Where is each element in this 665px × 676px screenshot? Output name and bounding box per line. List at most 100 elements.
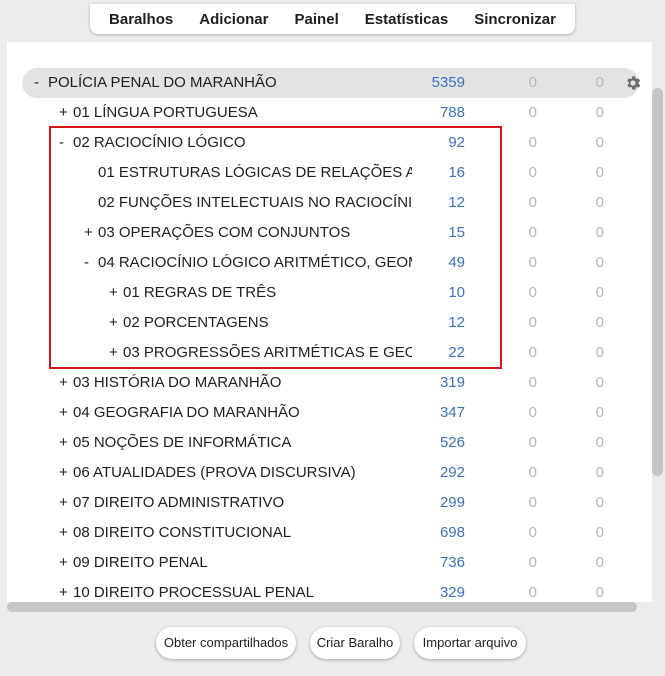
collapse-toggle[interactable]: - — [84, 248, 98, 278]
learn-count: 0 — [528, 404, 537, 421]
review-count: 0 — [595, 224, 604, 241]
expand-toggle[interactable]: + — [109, 308, 123, 338]
deck-name[interactable]: 01 ESTRUTURAS LÓGICAS DE RELAÇÕES ARBITR… — [84, 158, 412, 188]
learn-count: 0 — [528, 434, 537, 451]
review-count: 0 — [595, 284, 604, 301]
create-deck-button[interactable]: Criar Baralho — [310, 627, 400, 659]
learn-count: 0 — [528, 194, 537, 211]
deck-name[interactable]: +01 LÍNGUA PORTUGUESA — [59, 98, 394, 128]
dashboard-button[interactable]: Painel — [287, 11, 347, 28]
expand-toggle[interactable]: + — [59, 488, 73, 518]
deck-name[interactable]: +07 DIREITO ADMINISTRATIVO — [59, 488, 394, 518]
learn-count: 0 — [528, 74, 537, 91]
deck-row[interactable]: +09 DIREITO PENAL 736 0 0 — [22, 548, 639, 578]
expand-toggle[interactable]: + — [59, 548, 73, 578]
review-count: 0 — [595, 464, 604, 481]
learn-count: 0 — [528, 284, 537, 301]
new-count: 15 — [448, 224, 465, 241]
learn-count: 0 — [528, 374, 537, 391]
review-count: 0 — [595, 434, 604, 451]
deck-name[interactable]: +03 PROGRESSÕES ARITMÉTICAS E GEOMÉTRICA… — [109, 338, 412, 368]
expand-toggle[interactable]: + — [59, 98, 73, 128]
learn-count: 0 — [528, 164, 537, 181]
new-count: 319 — [439, 374, 465, 391]
deck-row[interactable]: +06 ATUALIDADES (PROVA DISCURSIVA) 292 0… — [22, 458, 639, 488]
deck-row[interactable]: -02 RACIOCÍNIO LÓGICO 92 0 0 — [22, 128, 639, 158]
expand-toggle[interactable]: + — [59, 458, 73, 488]
deck-name[interactable]: +02 PORCENTAGENS — [109, 308, 412, 338]
deck-name[interactable]: +08 DIREITO CONSTITUCIONAL — [59, 518, 394, 548]
deck-name[interactable]: +04 GEOGRAFIA DO MARANHÃO — [59, 398, 394, 428]
learn-count: 0 — [528, 554, 537, 571]
deck-row[interactable]: +08 DIREITO CONSTITUCIONAL 698 0 0 — [22, 518, 639, 548]
review-count: 0 — [595, 194, 604, 211]
deck-row[interactable]: +03 PROGRESSÕES ARITMÉTICAS E GEOMÉTRICA… — [22, 338, 639, 368]
collapse-toggle[interactable]: - — [34, 68, 48, 98]
deck-name[interactable]: - POLÍCIA PENAL DO MARANHÃO — [34, 68, 394, 98]
deck-row[interactable]: 02 FUNÇÕES INTELECTUAIS NO RACIOCÍNIO LÓ… — [22, 188, 639, 218]
top-toolbar: Baralhos Adicionar Painel Estatísticas S… — [90, 4, 575, 34]
horizontal-scrollbar[interactable] — [7, 602, 637, 612]
decks-button[interactable]: Baralhos — [101, 11, 181, 28]
review-count: 0 — [595, 374, 604, 391]
expand-toggle[interactable]: + — [59, 398, 73, 428]
review-count: 0 — [595, 164, 604, 181]
learn-count: 0 — [528, 254, 537, 271]
new-count: 299 — [439, 494, 465, 511]
deck-name[interactable]: +06 ATUALIDADES (PROVA DISCURSIVA) — [59, 458, 394, 488]
deck-name[interactable]: +01 REGRAS DE TRÊS — [109, 278, 412, 308]
deck-name[interactable]: +03 HISTÓRIA DO MARANHÃO — [59, 368, 394, 398]
statistics-button[interactable]: Estatísticas — [357, 11, 456, 28]
gear-icon[interactable] — [624, 74, 642, 92]
deck-row[interactable]: +04 GEOGRAFIA DO MARANHÃO 347 0 0 — [22, 398, 639, 428]
learn-count: 0 — [528, 524, 537, 541]
expand-toggle[interactable]: + — [59, 578, 73, 602]
new-count: 526 — [439, 434, 465, 451]
expand-toggle[interactable]: + — [59, 368, 73, 398]
new-count: 16 — [448, 164, 465, 181]
learn-count: 0 — [528, 314, 537, 331]
expand-toggle[interactable]: + — [109, 278, 123, 308]
add-button[interactable]: Adicionar — [191, 11, 276, 28]
deck-row[interactable]: 01 ESTRUTURAS LÓGICAS DE RELAÇÕES ARBITR… — [22, 158, 639, 188]
deck-row[interactable]: - POLÍCIA PENAL DO MARANHÃO 5359 0 0 — [22, 68, 642, 98]
deck-row[interactable]: +10 DIREITO PROCESSUAL PENAL 329 0 0 — [22, 578, 639, 602]
collapse-toggle[interactable]: - — [59, 128, 73, 158]
new-count: 329 — [439, 584, 465, 601]
expand-toggle[interactable]: + — [59, 428, 73, 458]
new-count: 736 — [439, 554, 465, 571]
expand-toggle[interactable]: + — [84, 218, 98, 248]
new-count: 788 — [439, 104, 465, 121]
deck-row[interactable]: -04 RACIOCÍNIO LÓGICO ARITMÉTICO, GEOMÉT… — [22, 248, 639, 278]
learn-count: 0 — [528, 224, 537, 241]
deck-name[interactable]: 02 FUNÇÕES INTELECTUAIS NO RACIOCÍNIO LÓ… — [84, 188, 412, 218]
deck-name[interactable]: +03 OPERAÇÕES COM CONJUNTOS — [84, 218, 412, 248]
new-count: 292 — [439, 464, 465, 481]
review-count: 0 — [595, 584, 604, 601]
new-count: 12 — [448, 194, 465, 211]
deck-row[interactable]: +05 NOÇÕES DE INFORMÁTICA 526 0 0 — [22, 428, 639, 458]
import-file-button[interactable]: Importar arquivo — [414, 627, 526, 659]
deck-name[interactable]: +05 NOÇÕES DE INFORMÁTICA — [59, 428, 394, 458]
expand-toggle[interactable]: + — [59, 518, 73, 548]
deck-name[interactable]: +09 DIREITO PENAL — [59, 548, 394, 578]
review-count: 0 — [595, 134, 604, 151]
deck-name[interactable]: +10 DIREITO PROCESSUAL PENAL — [59, 578, 394, 602]
new-count: 698 — [439, 524, 465, 541]
deck-row[interactable]: +01 LÍNGUA PORTUGUESA 788 0 0 — [22, 98, 639, 128]
learn-count: 0 — [528, 344, 537, 361]
deck-name[interactable]: -02 RACIOCÍNIO LÓGICO — [59, 128, 394, 158]
deck-name[interactable]: -04 RACIOCÍNIO LÓGICO ARITMÉTICO, GEOMÉT… — [84, 248, 412, 278]
expand-toggle[interactable]: + — [109, 338, 123, 368]
deck-row[interactable]: +01 REGRAS DE TRÊS 10 0 0 — [22, 278, 639, 308]
deck-row[interactable]: +07 DIREITO ADMINISTRATIVO 299 0 0 — [22, 488, 639, 518]
get-shared-button[interactable]: Obter compartilhados — [156, 627, 296, 659]
deck-row[interactable]: +03 HISTÓRIA DO MARANHÃO 319 0 0 — [22, 368, 639, 398]
review-count: 0 — [595, 254, 604, 271]
deck-row[interactable]: +03 OPERAÇÕES COM CONJUNTOS 15 0 0 — [22, 218, 639, 248]
learn-count: 0 — [528, 494, 537, 511]
new-count: 22 — [448, 344, 465, 361]
deck-row[interactable]: +02 PORCENTAGENS 12 0 0 — [22, 308, 639, 338]
vertical-scrollbar[interactable] — [652, 88, 663, 476]
sync-button[interactable]: Sincronizar — [466, 11, 564, 28]
